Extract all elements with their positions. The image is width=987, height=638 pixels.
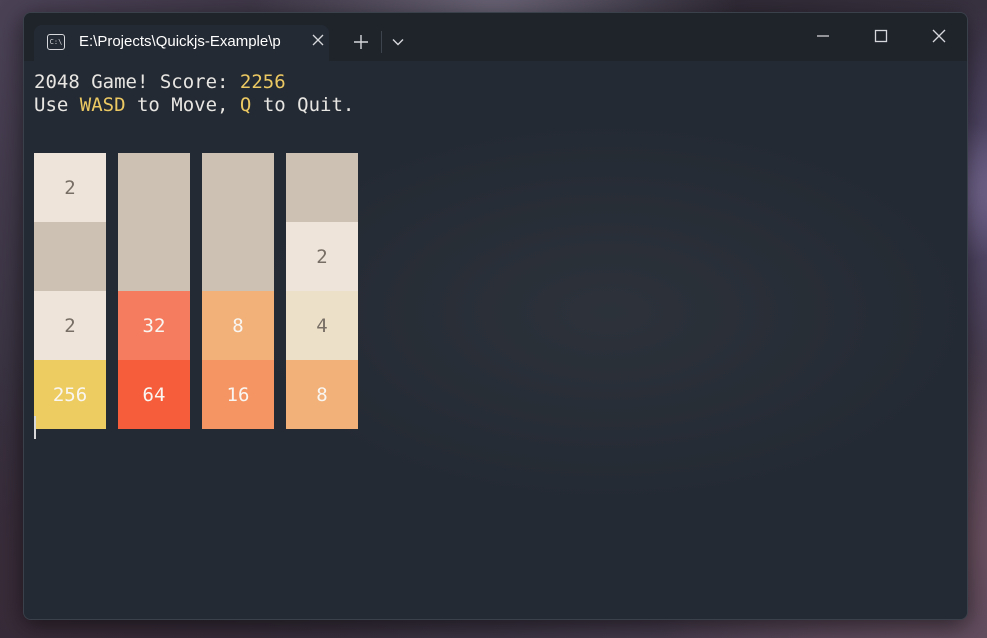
chevron-down-icon	[392, 39, 404, 46]
terminal-tab[interactable]: C:\ E:\Projects\Quickjs-Example\p	[34, 25, 329, 61]
close-icon	[312, 34, 324, 46]
tile-empty	[34, 222, 106, 291]
tab-close-button[interactable]	[310, 32, 326, 48]
maximize-button[interactable]	[864, 23, 898, 49]
game-board: 2 2 256 32 64 8 16 2 4 8	[34, 153, 370, 429]
tile-8: 8	[286, 360, 358, 429]
terminal-window: C:\ E:\Projects\Quickjs-Example\p 2048 G…	[23, 12, 968, 620]
maximize-icon	[874, 29, 888, 43]
tile-empty	[202, 153, 274, 222]
instructions-quit: to Quit.	[251, 94, 355, 116]
tile-2: 2	[34, 153, 106, 222]
new-tab-button[interactable]	[346, 30, 376, 54]
quit-key: Q	[239, 94, 252, 116]
minimize-icon	[817, 35, 829, 37]
instructions-line: Use WASD to Move, Q to Quit.	[34, 94, 354, 117]
tile-empty	[118, 153, 190, 222]
tile-empty	[202, 222, 274, 291]
tile-32: 32	[118, 291, 190, 360]
tile-2: 2	[286, 222, 358, 291]
tile-4: 4	[286, 291, 358, 360]
plus-icon	[354, 35, 368, 49]
game-title-text: 2048 Game! Score:	[34, 71, 240, 93]
score-line: 2048 Game! Score: 2256	[34, 71, 286, 94]
tile-16: 16	[202, 360, 274, 429]
instructions-use: Use	[34, 94, 80, 116]
instructions-move: to Move,	[125, 94, 240, 116]
tile-2: 2	[34, 291, 106, 360]
terminal-output[interactable]: 2048 Game! Score: 2256 Use WASD to Move,…	[24, 61, 967, 619]
title-bar: C:\ E:\Projects\Quickjs-Example\p	[24, 13, 967, 61]
text-cursor	[34, 416, 36, 439]
tile-64: 64	[118, 360, 190, 429]
tab-dropdown-button[interactable]	[386, 30, 410, 54]
tile-8: 8	[202, 291, 274, 360]
terminal-icon: C:\	[47, 34, 65, 50]
toolbar-divider	[381, 31, 382, 53]
tile-256: 256	[34, 360, 106, 429]
close-window-button[interactable]	[922, 23, 956, 49]
tab-title: E:\Projects\Quickjs-Example\p	[79, 33, 281, 50]
score-value: 2256	[239, 71, 286, 93]
tile-empty	[118, 222, 190, 291]
move-keys: WASD	[79, 94, 126, 116]
tile-empty	[286, 153, 358, 222]
minimize-button[interactable]	[806, 23, 840, 49]
close-icon	[932, 29, 946, 43]
